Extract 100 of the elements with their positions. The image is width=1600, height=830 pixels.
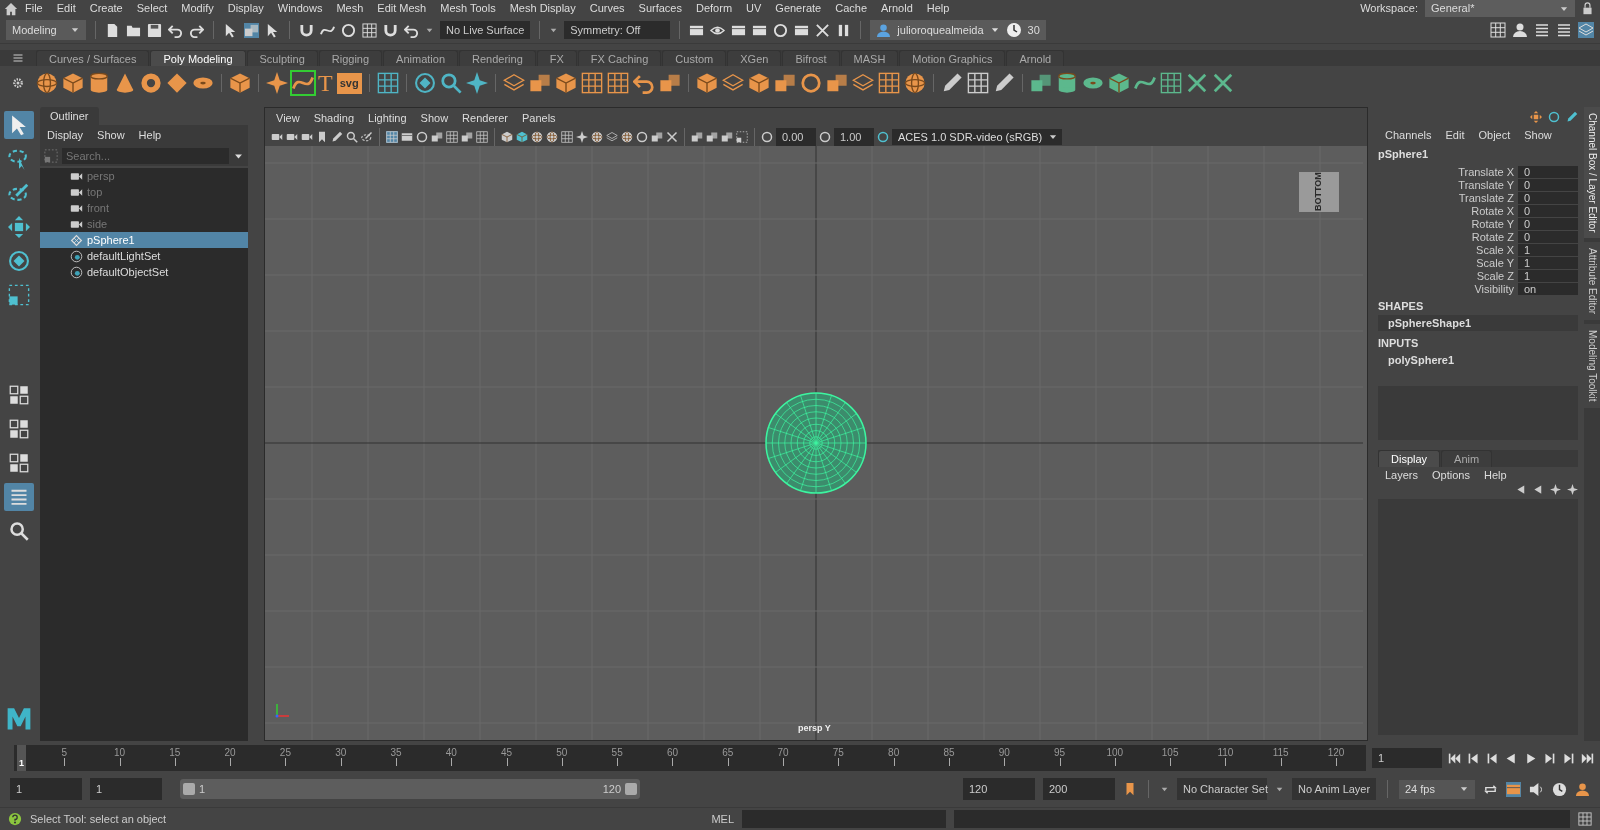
circle-icon[interactable] [877,131,889,144]
color-space-dropdown[interactable]: ACES 1.0 SDR-video (sRGB) [892,128,1062,146]
magnet-icon[interactable] [383,22,398,38]
channel-value-field[interactable]: 0 [1518,205,1578,218]
squares-icon[interactable] [706,131,718,144]
squares-icon[interactable] [721,131,733,144]
timeline-ruler[interactable]: 1 5 10 15 20 25 30 35 40 45 50 55 60 65 70 75 80 85 90 95 100 105 110 115 120 [14,745,1366,772]
cone-icon[interactable] [114,72,136,95]
user-icon[interactable] [1575,781,1590,797]
menu-item[interactable]: Show [1517,126,1559,144]
menu-item[interactable]: Edit [49,0,83,17]
mode-dropdown[interactable]: Modeling [6,19,86,41]
menu-item[interactable]: Display [220,0,271,17]
sphere-icon[interactable] [903,72,926,95]
menu-item[interactable]: Renderer [455,109,515,127]
squares-icon[interactable] [651,131,663,144]
start-frame-field[interactable]: 1 [10,778,82,801]
pencil-icon[interactable] [331,131,343,144]
circle-icon[interactable] [636,131,648,144]
rotate-icon[interactable] [413,72,436,95]
speaker-icon[interactable] [1529,781,1544,797]
curve-icon[interactable] [292,72,314,95]
shelf-tab[interactable]: Animation [383,49,458,67]
layer-editor-tab[interactable]: Anim [1441,450,1493,468]
sphere-icon[interactable] [621,131,633,144]
menu-item[interactable]: Surfaces [631,0,689,17]
star-icon[interactable] [465,72,488,95]
playback-start-field[interactable]: 1 [90,778,162,801]
circle-icon[interactable] [819,131,831,144]
grid-icon[interactable] [606,72,629,95]
sphere-icon[interactable] [591,131,603,144]
outliner-item[interactable]: defaultLightSet [40,248,248,265]
grid-icon[interactable] [1159,72,1182,95]
diamond-icon[interactable] [166,72,188,95]
circle-icon[interactable] [341,22,356,38]
menu-item[interactable]: Windows [270,0,330,17]
cross-icon[interactable] [1211,72,1234,95]
circle-icon[interactable] [1548,110,1560,123]
file-icon[interactable] [105,22,120,38]
menu-item[interactable]: Edit [1438,126,1472,144]
squares-icon[interactable] [431,131,443,144]
menu-item[interactable]: Help [919,0,957,17]
star-icon[interactable] [266,72,288,95]
menu-item[interactable]: Lighting [361,109,414,127]
sphere-icon[interactable] [36,72,58,95]
cross-icon[interactable] [815,22,831,38]
bookmark-icon[interactable] [316,131,328,144]
menu-item[interactable]: UV [739,0,769,17]
grid-icon[interactable] [446,131,458,144]
menu-item[interactable]: Cache [828,0,874,17]
cube-icon[interactable] [695,72,718,95]
menu-item[interactable]: Display [40,127,91,145]
back-icon[interactable] [1516,484,1527,496]
star-icon[interactable] [1550,484,1561,496]
list-icon[interactable] [1556,22,1572,38]
first-icon[interactable] [1448,751,1461,765]
cube-icon[interactable] [1107,72,1130,95]
command-input-field[interactable] [742,809,946,828]
next-icon[interactable] [1562,751,1575,765]
exposure-field[interactable]: 0.00 [776,128,816,147]
side-panel-tab[interactable]: Attribute Editor [1584,242,1600,321]
shelf-tab[interactable]: Curves / Surfaces [36,49,150,67]
scale-icon[interactable] [44,149,58,164]
shelf-tab[interactable]: Sculpting [246,49,318,67]
prev-icon[interactable] [1467,751,1480,765]
help-icon[interactable] [8,811,22,826]
channel-value-field[interactable]: on [1518,283,1578,296]
channel-value-field[interactable]: 1 [1518,257,1578,270]
menu-item[interactable]: Select [129,0,175,17]
magnet-icon[interactable] [299,22,314,38]
side-panel-tab[interactable]: Modeling Toolkit [1584,324,1600,408]
menu-item[interactable]: Deform [689,0,740,17]
pencil-icon[interactable] [1566,110,1578,123]
select-arrow-icon[interactable] [223,22,238,38]
grid-icon[interactable] [1578,811,1592,826]
panel-tab[interactable]: Outliner [40,106,99,126]
last-icon[interactable] [1581,751,1594,765]
menu-item[interactable]: Mesh [329,0,371,17]
grid-icon[interactable] [561,131,573,144]
clock-icon[interactable] [1552,781,1567,797]
menu-item[interactable]: Generate [768,0,829,17]
input-node-item[interactable]: polySphere1 [1378,351,1578,369]
workspace-dropdown[interactable]: General* [1425,0,1575,17]
cube-icon[interactable] [62,72,84,95]
menu-item[interactable]: Help [1476,467,1514,485]
menu-item[interactable]: Arnold [874,0,920,17]
back-icon[interactable] [1533,484,1544,496]
shelf-tab[interactable]: FX [536,49,577,67]
shelf-tab[interactable]: Rigging [318,49,383,67]
svg-tool-button[interactable]: svg [336,73,362,94]
menu-item[interactable]: View [269,109,307,127]
shelf-tab[interactable]: Bifrost [782,49,840,67]
circle-icon[interactable] [799,72,822,95]
home-icon[interactable] [4,1,18,16]
live-surface-field[interactable]: No Live Surface [440,21,531,39]
search-icon[interactable] [439,72,462,95]
menu-item[interactable]: Channels [1378,126,1439,144]
grid-icon[interactable] [376,72,399,95]
torus-icon[interactable] [140,72,162,95]
channel-value-field[interactable]: 0 [1518,218,1578,231]
